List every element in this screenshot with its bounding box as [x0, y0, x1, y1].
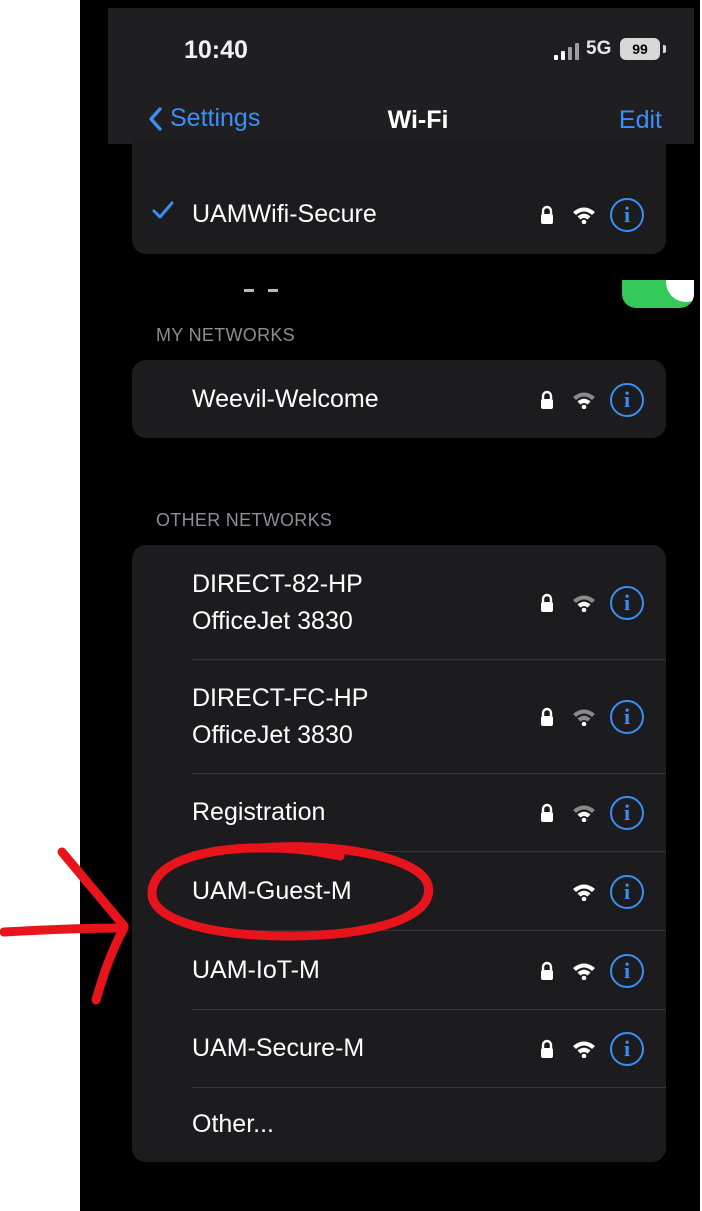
network-name: Registration — [192, 798, 326, 826]
network-name: UAM-Guest-M — [192, 877, 352, 905]
network-name: Weevil-Welcome — [192, 385, 379, 413]
network-row-direct-fc-hp[interactable]: DIRECT-FC-HP OfficeJet 3830 i — [132, 660, 666, 774]
info-button[interactable]: i — [610, 1032, 644, 1066]
lock-icon — [541, 803, 553, 822]
other-network-row[interactable]: Other... — [132, 1088, 666, 1162]
network-row-uam-iot-m[interactable]: UAM-IoT-M i — [132, 931, 666, 1010]
other-network-label: Other... — [192, 1110, 274, 1138]
my-networks-group: Weevil-Welcome i — [132, 360, 666, 438]
network-name-line2: OfficeJet 3830 — [192, 607, 353, 635]
info-button[interactable]: i — [610, 954, 644, 988]
wifi-row-label-cutoff — [244, 280, 314, 292]
battery-icon: 99 — [620, 38, 660, 60]
other-networks-header: OTHER NETWORKS — [156, 510, 333, 530]
edit-button[interactable]: Edit — [619, 106, 662, 135]
phone-screen: 10:40 5G 99 Settings Wi-Fi Edit UAMWifi-… — [80, 0, 700, 1211]
network-name-line2: OfficeJet 3830 — [192, 721, 353, 749]
lock-icon — [541, 961, 553, 980]
current-network-group: UAMWifi-Secure i — [132, 140, 694, 308]
wifi-signal-icon — [573, 805, 595, 822]
checkmark-icon — [152, 196, 174, 227]
network-name: UAM-IoT-M — [192, 956, 320, 984]
wifi-signal-icon — [573, 595, 595, 612]
info-button[interactable]: i — [610, 796, 644, 830]
lock-icon — [541, 1039, 553, 1058]
wifi-signal-icon — [573, 392, 595, 409]
back-button-label: Settings — [170, 104, 261, 132]
lock-icon — [541, 205, 553, 224]
network-row-uam-guest-m[interactable]: UAM-Guest-M i — [132, 852, 666, 931]
connected-network-row[interactable]: UAMWifi-Secure i — [132, 176, 666, 254]
network-name-line1: DIRECT-82-HP — [192, 570, 363, 598]
lock-icon — [541, 593, 553, 612]
network-row-weevil-welcome[interactable]: Weevil-Welcome i — [132, 360, 666, 438]
info-button[interactable]: i — [610, 700, 644, 734]
network-name-line1: DIRECT-FC-HP — [192, 684, 369, 712]
chevron-left-icon — [149, 106, 162, 131]
lock-icon — [541, 390, 553, 409]
info-button[interactable]: i — [610, 198, 644, 232]
back-button[interactable]: Settings — [148, 104, 260, 133]
other-networks-group: DIRECT-82-HP OfficeJet 3830 i DIRECT-FC-… — [132, 545, 666, 1162]
wifi-signal-icon — [573, 963, 595, 980]
wifi-signal-icon — [573, 1041, 595, 1058]
wifi-signal-icon — [573, 709, 595, 726]
wifi-signal-icon — [573, 207, 595, 224]
status-and-nav-bar: 10:40 5G 99 Settings Wi-Fi Edit — [108, 8, 694, 144]
network-name: UAM-Secure-M — [192, 1034, 365, 1062]
network-row-uam-secure-m[interactable]: UAM-Secure-M i — [132, 1010, 666, 1088]
info-button[interactable]: i — [610, 875, 644, 909]
my-networks-header: MY NETWORKS — [156, 325, 295, 345]
network-row-direct-82-hp[interactable]: DIRECT-82-HP OfficeJet 3830 i — [132, 545, 666, 660]
info-button[interactable]: i — [610, 586, 644, 620]
wifi-signal-icon — [573, 884, 595, 901]
cellular-signal-icon — [554, 42, 580, 60]
network-type: 5G — [586, 38, 612, 59]
status-time: 10:40 — [184, 36, 248, 64]
network-row-registration[interactable]: Registration i — [132, 774, 666, 852]
toggle-knob — [666, 280, 694, 302]
battery-nub — [663, 45, 666, 53]
wifi-toggle[interactable] — [622, 280, 694, 308]
network-name: UAMWifi-Secure — [192, 200, 377, 228]
info-button[interactable]: i — [610, 383, 644, 417]
lock-icon — [541, 707, 553, 726]
